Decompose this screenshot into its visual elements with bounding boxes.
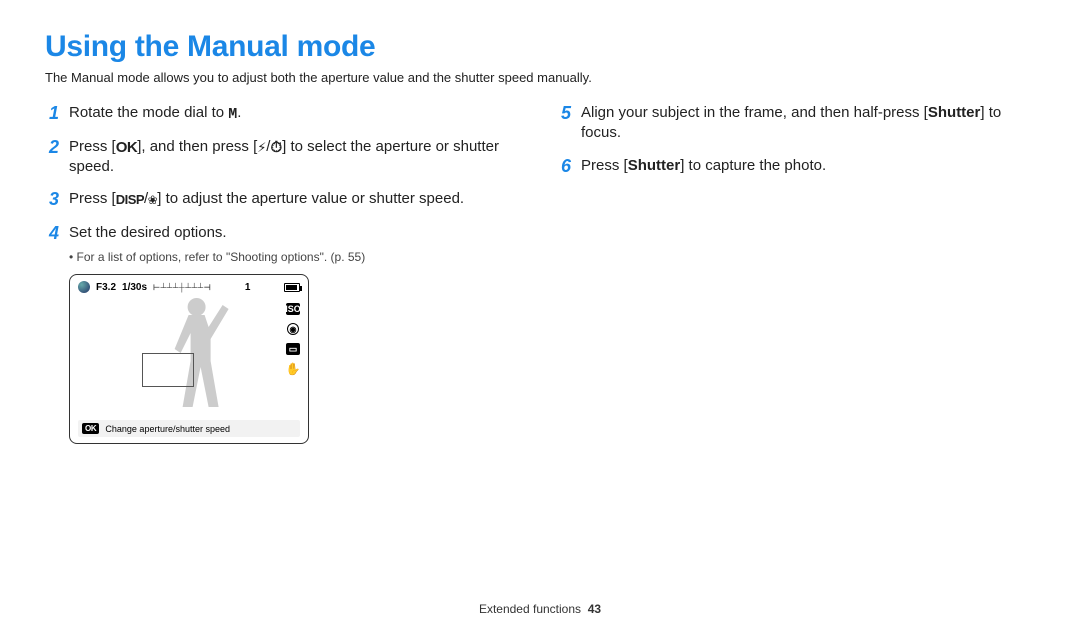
drive-icon: ▭ bbox=[286, 343, 300, 355]
step-2: 2 Press [OK], and then press [⚡/⏱] to se… bbox=[45, 137, 523, 178]
mode-m-icon: M bbox=[228, 107, 237, 122]
content-columns: 1 Rotate the mode dial to M. 2 Press [OK… bbox=[45, 103, 1035, 444]
shutter-word: Shutter bbox=[628, 157, 681, 174]
ev-scale: ⊢┴┴┴┼┴┴┴⊣ bbox=[153, 283, 211, 292]
flash-icon: ⚡ bbox=[257, 141, 266, 156]
step-text: Rotate the mode dial to M. bbox=[69, 103, 523, 123]
screen-footer: OK Change aperture/shutter speed bbox=[78, 420, 300, 437]
battery-icon bbox=[284, 283, 300, 292]
step-number: 5 bbox=[557, 103, 571, 125]
ok-badge: OK bbox=[82, 423, 99, 434]
step-number: 3 bbox=[45, 189, 59, 211]
footer-section: Extended functions bbox=[479, 602, 581, 616]
step-text: Set the desired options. bbox=[69, 223, 523, 243]
step-1: 1 Rotate the mode dial to M. bbox=[45, 103, 523, 125]
iso-icon: ISO bbox=[286, 303, 300, 315]
stabilizer-icon: ✋ bbox=[286, 363, 300, 375]
right-column: 5 Align your subject in the frame, and t… bbox=[557, 103, 1035, 444]
camera-screen: F3.2 1/30s ⊢┴┴┴┼┴┴┴⊣ 1 ISO ◉ ▭ ✋ bbox=[69, 274, 309, 444]
step-text: Press [Shutter] to capture the photo. bbox=[581, 156, 1035, 176]
page-title: Using the Manual mode bbox=[45, 30, 1035, 64]
step-4: 4 Set the desired options. bbox=[45, 223, 523, 245]
mode-indicator-icon bbox=[78, 281, 90, 293]
camera-screen-figure: F3.2 1/30s ⊢┴┴┴┼┴┴┴⊣ 1 ISO ◉ ▭ ✋ bbox=[69, 274, 523, 444]
step-text: Align your subject in the frame, and the… bbox=[581, 103, 1035, 144]
disp-icon: DISP bbox=[116, 193, 144, 206]
macro-icon: ❀ bbox=[148, 193, 157, 208]
step-number: 4 bbox=[45, 223, 59, 245]
manual-page: Using the Manual mode The Manual mode al… bbox=[0, 0, 1080, 630]
shutter-word: Shutter bbox=[928, 104, 981, 121]
step-4-note: For a list of options, refer to "Shootin… bbox=[69, 250, 523, 264]
step-number: 2 bbox=[45, 137, 59, 159]
step-text: Press [OK], and then press [⚡/⏱] to sele… bbox=[69, 137, 523, 178]
shutter-value: 1/30s bbox=[122, 282, 147, 293]
step-5: 5 Align your subject in the frame, and t… bbox=[557, 103, 1035, 144]
ok-icon: OK bbox=[116, 140, 138, 155]
shot-counter: 1 bbox=[245, 282, 251, 293]
step-number: 6 bbox=[557, 156, 571, 178]
aperture-value: F3.2 bbox=[96, 282, 116, 293]
screen-footer-text: Change aperture/shutter speed bbox=[105, 424, 230, 434]
left-column: 1 Rotate the mode dial to M. 2 Press [OK… bbox=[45, 103, 523, 444]
step-text: Press [DISP/❀] to adjust the aperture va… bbox=[69, 189, 523, 209]
step-3: 3 Press [DISP/❀] to adjust the aperture … bbox=[45, 189, 523, 211]
metering-icon: ◉ bbox=[287, 323, 299, 335]
intro-text: The Manual mode allows you to adjust bot… bbox=[45, 70, 1035, 85]
step-number: 1 bbox=[45, 103, 59, 125]
timer-icon: ⏱ bbox=[270, 141, 282, 156]
page-footer: Extended functions 43 bbox=[0, 602, 1080, 616]
screen-header: F3.2 1/30s ⊢┴┴┴┼┴┴┴⊣ 1 bbox=[78, 281, 300, 293]
screen-side-icons: ISO ◉ ▭ ✋ bbox=[286, 303, 300, 375]
footer-page: 43 bbox=[588, 602, 601, 616]
step-6: 6 Press [Shutter] to capture the photo. bbox=[557, 156, 1035, 178]
focus-rectangle bbox=[142, 353, 194, 387]
